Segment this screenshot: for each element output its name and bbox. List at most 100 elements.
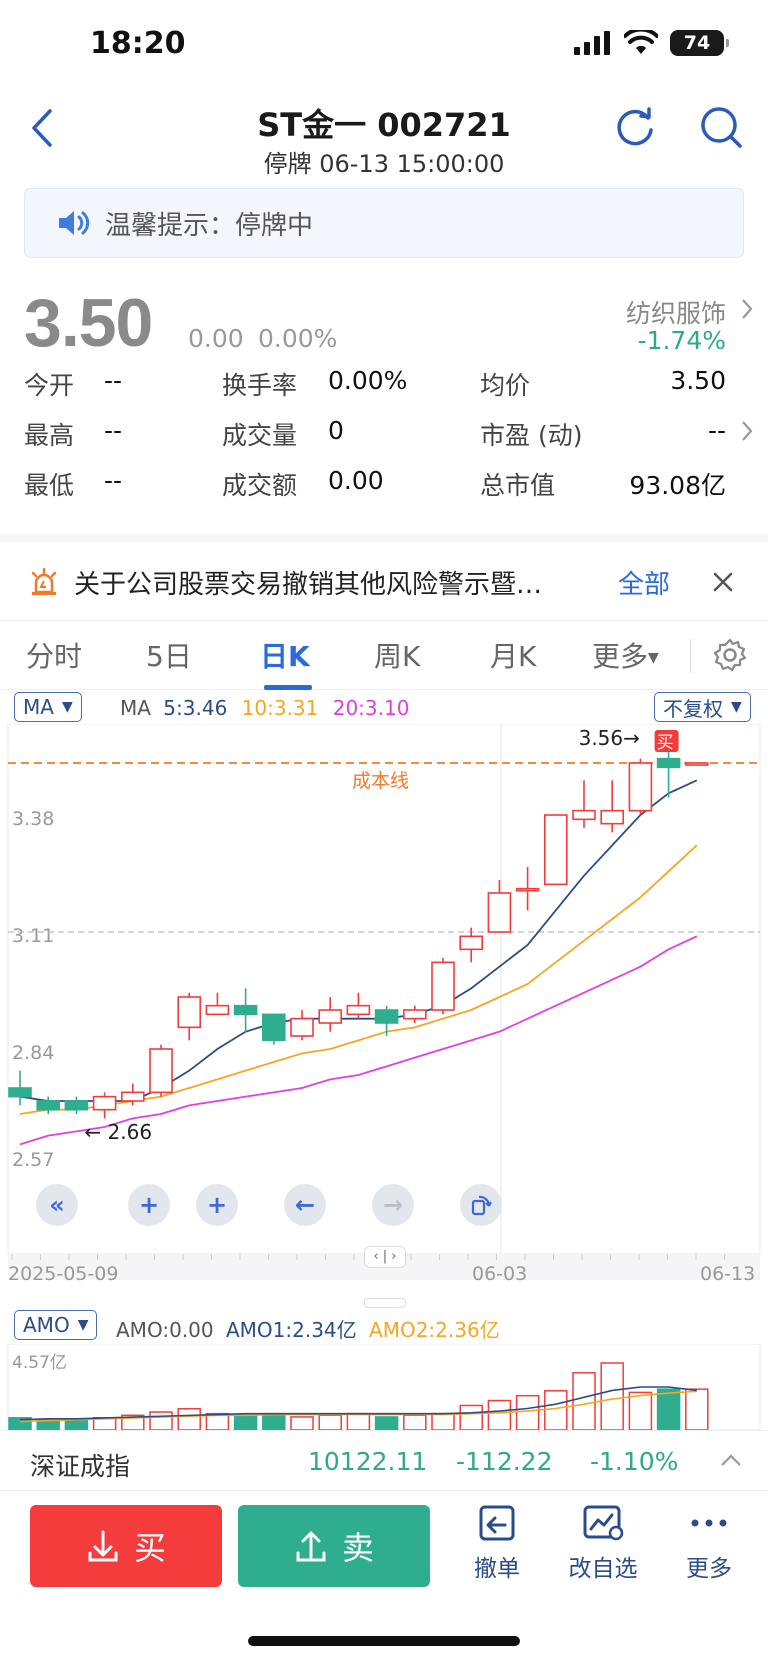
amount-label: 成交额 <box>222 471 298 500</box>
announcement-text[interactable]: 关于公司股票交易撤销其他风险警示暨… <box>74 564 594 601</box>
low-value: -- <box>104 466 123 495</box>
tab-daily-k[interactable]: 日K <box>260 635 310 675</box>
more-dots-icon <box>691 1519 727 1527</box>
caret-down-icon: ▼ <box>77 1317 89 1333</box>
tab-monthly-k[interactable]: 月K <box>490 635 536 675</box>
zoom-in-button-2[interactable]: + <box>196 1184 238 1226</box>
tab-weekly-k[interactable]: 周K <box>374 635 420 675</box>
status-icons: 74 <box>574 28 729 58</box>
double-left-icon: « <box>49 1191 65 1219</box>
amo-bar <box>233 1414 258 1430</box>
rotate-button[interactable] <box>460 1184 502 1226</box>
scroll-left-button[interactable]: ← <box>284 1184 326 1226</box>
announcement-bar[interactable]: 关于公司股票交易撤销其他风险警示暨… 全部 <box>0 546 768 618</box>
panel-resize-handle[interactable] <box>364 1298 406 1308</box>
scroll-right-button[interactable]: → <box>372 1184 414 1226</box>
tab-separator <box>690 639 691 673</box>
cost-line-label: 成本线 <box>352 770 409 792</box>
current-price: 3.50 <box>24 285 153 361</box>
notice-text: 温馨提示：停牌中 <box>105 210 314 241</box>
y-tick-label: 3.38 <box>12 808 54 830</box>
candle-body <box>684 762 709 766</box>
candle[interactable] <box>684 762 709 766</box>
amo-bar <box>628 1391 653 1430</box>
candle[interactable] <box>431 958 455 1015</box>
edit-watchlist-button[interactable]: 改自选 <box>558 1503 648 1583</box>
chart-drag-handle[interactable]: ‹ | › <box>364 1246 406 1268</box>
ma10-legend: 10:3.31 <box>241 696 319 720</box>
y-tick-label: 2.57 <box>12 1149 54 1171</box>
announcement-all-link[interactable]: 全部 <box>618 564 670 601</box>
candle[interactable] <box>149 1044 173 1097</box>
tab-5day[interactable]: 5日 <box>146 635 192 675</box>
cancel-order-button[interactable]: 撤单 <box>452 1503 542 1583</box>
amo-bar <box>36 1419 60 1430</box>
candle[interactable] <box>261 1013 286 1045</box>
settings-gear-icon[interactable] <box>712 637 748 673</box>
mcap-label: 总市值 <box>480 471 556 500</box>
turnover-label: 换手率 <box>222 371 298 400</box>
amo-bar <box>374 1416 399 1430</box>
tab-more[interactable]: 更多▼ <box>592 635 659 675</box>
buy-button[interactable]: 买 <box>30 1505 222 1587</box>
amo-bar <box>459 1404 483 1430</box>
rewind-button[interactable]: « <box>36 1184 78 1226</box>
sell-button[interactable]: 卖 <box>238 1505 430 1587</box>
amo-chart[interactable] <box>0 1344 768 1430</box>
candle[interactable] <box>628 758 653 815</box>
search-button[interactable] <box>698 104 744 150</box>
candle-body <box>92 1095 117 1111</box>
open-label: 今开 <box>24 371 75 400</box>
search-icon <box>701 107 742 148</box>
caret-down-icon: ▼ <box>61 699 73 715</box>
amo-bar <box>600 1362 624 1430</box>
speaker-icon <box>59 211 90 235</box>
caret-down-icon: ▼ <box>731 699 742 715</box>
candle[interactable] <box>543 814 568 886</box>
buy-label: 买 <box>133 1529 166 1567</box>
amo-bar <box>149 1411 173 1430</box>
index-change: -112.22 <box>456 1447 553 1476</box>
index-ticker-bar[interactable]: 深证成指 10122.11 -112.22 -1.10% <box>0 1430 768 1490</box>
ma-dropdown-label: MA <box>23 695 54 719</box>
candle-body <box>515 887 540 892</box>
sector-name[interactable]: 纺织服饰 <box>626 294 726 330</box>
candle-body <box>205 1004 230 1016</box>
candle-body <box>543 814 568 886</box>
section-divider <box>0 534 768 542</box>
amo-bar <box>544 1390 568 1430</box>
plus-icon: + <box>138 1191 160 1219</box>
tab-intraday[interactable]: 分时 <box>26 635 82 675</box>
refresh-button[interactable] <box>612 104 658 150</box>
candle-body <box>318 1009 343 1024</box>
ma5-legend: 5:3.46 <box>163 696 228 720</box>
adjust-dropdown[interactable]: 不复权 ▼ <box>654 692 751 722</box>
ma-dropdown[interactable]: MA ▼ <box>14 692 82 722</box>
sell-arrow-icon <box>296 1531 326 1562</box>
candle-body <box>487 892 512 933</box>
zoom-in-button[interactable]: + <box>128 1184 170 1226</box>
cancel-order-icon <box>479 1505 515 1541</box>
chevron-up-icon[interactable] <box>720 1453 742 1467</box>
candle-body <box>149 1048 173 1094</box>
amo-bar <box>64 1419 89 1430</box>
amo-bar <box>403 1414 427 1430</box>
buy-arrow-icon <box>88 1530 118 1562</box>
avg-label: 均价 <box>480 371 531 400</box>
rotate-icon <box>471 1195 492 1216</box>
more-button[interactable]: 更多 <box>664 1503 754 1583</box>
close-icon[interactable] <box>712 571 734 593</box>
chevron-right-icon[interactable] <box>740 420 754 446</box>
refresh-icon <box>617 107 653 146</box>
volume-label: 成交量 <box>222 421 298 450</box>
amo-bar <box>431 1412 455 1430</box>
price-change-pct: 0.00% <box>258 324 338 353</box>
avg-value: 3.50 <box>670 366 726 395</box>
amo-bar <box>346 1412 371 1430</box>
chevron-right-icon[interactable] <box>740 298 754 326</box>
price-change: 0.00 <box>188 324 244 353</box>
amo-dropdown[interactable]: AMO ▼ <box>14 1310 98 1340</box>
active-tab-indicator <box>264 685 312 690</box>
arrow-left-icon: ← <box>294 1191 316 1219</box>
amo-bar <box>290 1416 314 1430</box>
